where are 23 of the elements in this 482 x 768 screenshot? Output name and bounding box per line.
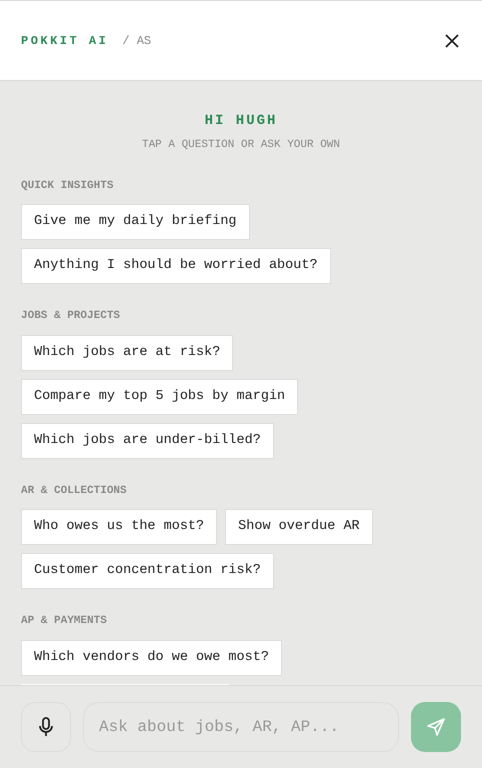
suggestion-chip[interactable]: Which jobs are at risk? xyxy=(21,334,234,370)
suggestion-chip[interactable]: Give me my daily briefing xyxy=(21,204,250,240)
context-label: / AS xyxy=(122,32,152,50)
suggestion-chip[interactable]: Compare my top 5 jobs by margin xyxy=(21,378,298,414)
microphone-icon xyxy=(39,717,53,737)
close-icon xyxy=(445,34,459,48)
suggestion-chip[interactable]: Show overdue AR xyxy=(225,509,373,545)
section-heading: JOBS & PROJECTS xyxy=(21,309,122,324)
suggestion-chip[interactable]: Which vendors do we owe most? xyxy=(21,640,282,676)
suggestion-chip[interactable]: Who owes us the most? xyxy=(21,509,218,545)
suggestion-chip[interactable]: Anything I should be worried about? xyxy=(21,248,331,284)
microphone-button[interactable] xyxy=(21,702,71,752)
greeting-title: HI HUGH xyxy=(204,112,278,131)
message-input[interactable]: Ask about jobs, AR, AP... xyxy=(83,702,399,752)
section-heading: AR & COLLECTIONS xyxy=(21,484,128,498)
send-icon xyxy=(426,717,446,737)
section-heading: AP & PAYMENTS xyxy=(21,614,108,629)
close-button[interactable] xyxy=(443,32,461,50)
brand-title: POKKIT AI xyxy=(21,32,108,50)
suggestion-chip[interactable]: Customer concentration risk? xyxy=(21,553,274,589)
section-heading: QUICK INSIGHTS xyxy=(21,178,114,194)
suggestion-chip[interactable]: Which jobs are under-billed? xyxy=(21,422,274,458)
greeting-subtitle: TAP A QUESTION OR ASK YOUR OWN xyxy=(140,138,342,153)
